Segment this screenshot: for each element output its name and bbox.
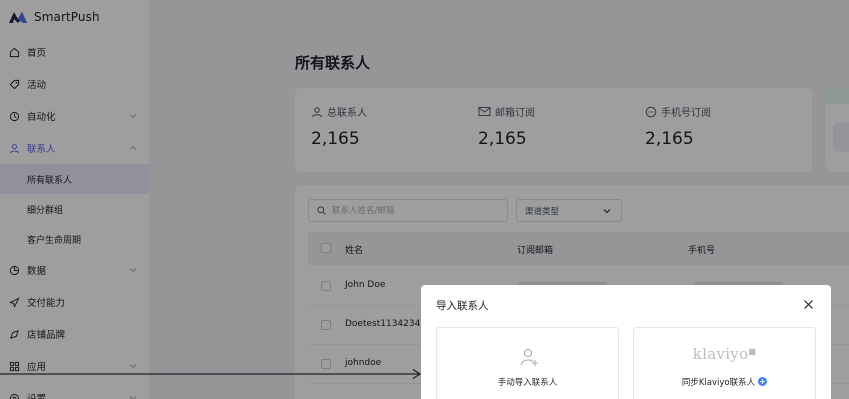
modal-title: 导入联系人: [436, 300, 489, 312]
manual-import-option[interactable]: 手动导入联系人: [436, 327, 619, 399]
add-person-icon: [520, 348, 538, 366]
close-icon[interactable]: [803, 299, 814, 310]
import-contacts-modal: 导入联系人 手动导入联系人 klaviyo■ 同步Klaviyo联系人: [421, 285, 831, 399]
pointer-arrow-icon: [0, 368, 421, 380]
option-label: 手动导入联系人: [497, 378, 558, 388]
option-label: 同步Klaviyo联系人: [634, 376, 815, 388]
klaviyo-sync-option[interactable]: klaviyo■ 同步Klaviyo联系人: [633, 327, 816, 399]
info-plus-icon[interactable]: [758, 377, 768, 386]
klaviyo-logo: klaviyo■: [692, 345, 757, 363]
